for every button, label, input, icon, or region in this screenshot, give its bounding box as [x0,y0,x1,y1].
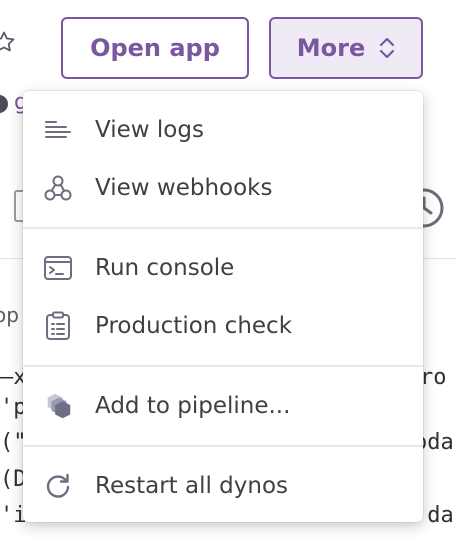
menu-item-production-check[interactable]: Production check [23,297,423,355]
chevron-up-down-icon [380,37,395,59]
open-app-label: Open app [90,34,220,62]
open-app-button[interactable]: Open app [61,17,249,79]
pipeline-icon [42,390,74,422]
page: g op –x ro 'p (" oda (D 'i 'da Open app … [0,0,456,547]
restart-icon [42,470,74,502]
more-button[interactable]: More [269,17,423,79]
menu-item-add-to-pipeline[interactable]: Add to pipeline... [23,377,423,435]
menu-item-label: Production check [95,313,293,339]
code-right: ro [420,365,447,390]
menu-item-restart-all-dynos[interactable]: Restart all dynos [23,457,423,515]
star-icon[interactable] [0,30,16,54]
menu-item-run-console[interactable]: Run console [23,239,423,297]
webhooks-icon [42,172,74,204]
menu-divider [23,227,423,229]
menu-item-label: View webhooks [95,175,273,201]
more-label: More [296,34,366,62]
clipboard-check-icon [42,310,74,342]
menu-divider [23,365,423,367]
menu-item-view-logs[interactable]: View logs [23,101,423,159]
menu-item-label: Add to pipeline... [95,393,291,419]
console-icon [42,252,74,284]
background-text-fragment: op [0,303,19,327]
menu-item-view-webhooks[interactable]: View webhooks [23,159,423,217]
more-dropdown-menu: View logs View webhooks Run console Prod… [23,91,423,522]
logs-icon [42,114,74,146]
menu-divider [23,445,423,447]
menu-item-label: Run console [95,255,235,281]
status-dot-icon [0,95,8,113]
menu-item-label: View logs [95,117,204,143]
menu-item-label: Restart all dynos [95,473,289,499]
